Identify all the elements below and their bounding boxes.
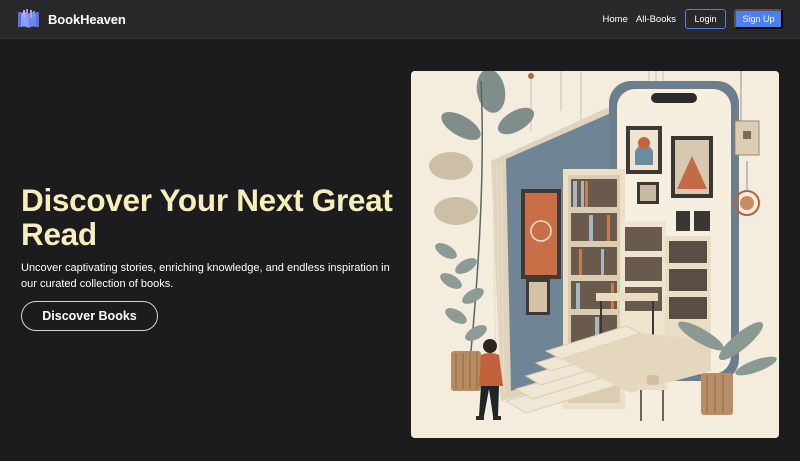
open-book-logo-icon bbox=[18, 9, 39, 28]
hero-title: Discover Your Next Great Read bbox=[21, 182, 393, 252]
nav-link-home[interactable]: Home bbox=[603, 14, 628, 25]
hero-illustration bbox=[411, 71, 779, 438]
brand-name: BookHeaven bbox=[48, 12, 126, 27]
hero-subtitle: Uncover captivating stories, enriching k… bbox=[21, 262, 390, 290]
login-button[interactable]: Login bbox=[685, 9, 726, 29]
nav-links: Home All-Books Login Sign Up bbox=[603, 9, 783, 29]
reading-illustration bbox=[411, 71, 779, 438]
navbar: BookHeaven Home All-Books Login Sign Up bbox=[0, 0, 800, 39]
nav-link-all-books[interactable]: All-Books bbox=[636, 14, 676, 25]
brand[interactable]: BookHeaven bbox=[17, 9, 126, 30]
discover-books-button[interactable]: Discover Books bbox=[21, 301, 158, 331]
signup-button[interactable]: Sign Up bbox=[734, 9, 783, 29]
